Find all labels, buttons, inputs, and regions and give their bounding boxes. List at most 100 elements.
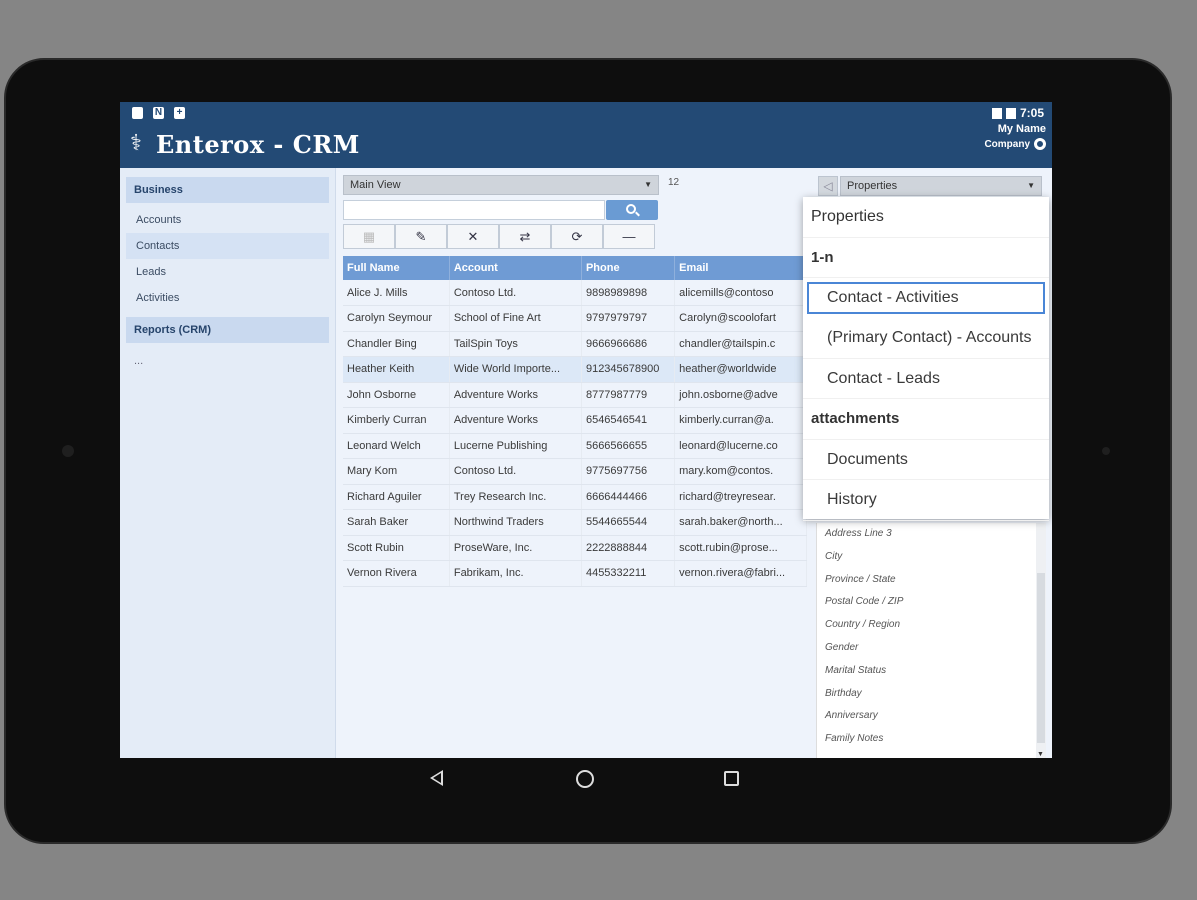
column-header-phone[interactable]: Phone [581, 256, 676, 280]
view-select[interactable]: Main View ▼ [343, 175, 659, 195]
menu-item[interactable]: Properties [803, 197, 1049, 238]
cell-account: Adventure Works [449, 382, 582, 408]
table-row[interactable]: Sarah Baker Northwind Traders 5544665544 sa… [343, 509, 807, 536]
cell-full-name: Vernon Rivera [343, 560, 450, 587]
scrollbar[interactable]: ▼ [1036, 523, 1046, 758]
cell-email: chandler@tailspin.c [674, 331, 807, 357]
table-header-row: Full Name Account Phone Email [343, 256, 807, 280]
table-row[interactable]: Heather Keith Wide World Importe... 912345… [343, 356, 807, 383]
toolbar: ▦ ✎ ✕ ⇄ ⟳ — [343, 224, 655, 249]
menu-item[interactable]: Documents [803, 440, 1049, 480]
cell-phone: 5666566655 [581, 433, 676, 459]
back-nav-icon[interactable] [430, 770, 443, 786]
table-row[interactable]: Mary Kom Contoso Ltd. 9775697756 mary.kom@c… [343, 458, 807, 485]
cell-full-name: Mary Kom [343, 458, 450, 485]
property-field[interactable]: Anniversary [817, 705, 1046, 728]
table-row[interactable]: Richard Aguiler Trey Research Inc. 6666444… [343, 484, 807, 510]
table-row[interactable]: Scott Rubin ProseWare, Inc. 2222888844 scot… [343, 535, 807, 561]
property-field[interactable]: Marital Status [817, 660, 1046, 683]
clock: 7:05 [1019, 106, 1044, 120]
table-row[interactable]: Carolyn Seymour School of Fine Art 9797979… [343, 305, 807, 332]
cell-account: Wide World Importe... [449, 356, 582, 383]
column-header-full-name[interactable]: Full Name [343, 256, 450, 280]
more-icon[interactable]: — [603, 224, 655, 249]
table-row[interactable]: Leonard Welch Lucerne Publishing 566656665… [343, 433, 807, 459]
sidebar-section-reports[interactable]: Reports (CRM) [126, 317, 329, 343]
property-field[interactable]: Address Line 3 [817, 523, 1046, 546]
sidebar-item-leads[interactable]: Leads [126, 259, 329, 285]
property-field[interactable]: City [817, 546, 1046, 569]
cell-phone: 5544665544 [581, 509, 676, 536]
cell-phone: 8777987779 [581, 382, 676, 408]
cell-phone: 6666444466 [581, 484, 676, 510]
cell-email: kimberly.curran@a. [674, 407, 807, 434]
contacts-table: Full Name Account Phone Email Alice J. M… [343, 256, 807, 587]
property-field[interactable]: Country / Region [817, 614, 1046, 637]
menu-item[interactable]: Contact - Leads [803, 359, 1049, 399]
search-input[interactable] [343, 200, 605, 220]
cell-account: Contoso Ltd. [449, 458, 582, 485]
table-row[interactable]: Alice J. Mills Contoso Ltd. 9898989898 alic… [343, 280, 807, 306]
sidebar-section-business[interactable]: Business [126, 177, 329, 203]
recents-nav-icon[interactable] [724, 771, 739, 786]
table-row[interactable]: Vernon Rivera Fabrikam, Inc. 4455332211 ver… [343, 560, 807, 587]
scrollbar-thumb[interactable] [1037, 573, 1045, 743]
cell-phone: 912345678900 [581, 356, 676, 383]
notification-icon [132, 107, 143, 119]
property-field[interactable]: Province / State [817, 569, 1046, 592]
property-field[interactable]: Gender [817, 637, 1046, 660]
company-label[interactable]: Company [984, 138, 1046, 150]
column-header-email[interactable]: Email [674, 256, 807, 280]
cell-full-name: Heather Keith [343, 356, 450, 383]
back-icon[interactable]: ◁ [818, 176, 838, 196]
user-name[interactable]: My Name [998, 123, 1046, 135]
cell-account: School of Fine Art [449, 305, 582, 332]
sidebar-item-contacts[interactable]: Contacts [126, 233, 329, 259]
status-bar-right: 7:05 [988, 106, 1044, 120]
property-field[interactable]: Birthday [817, 683, 1046, 706]
edit-icon[interactable]: ✎ [395, 224, 447, 249]
gear-icon[interactable] [1034, 138, 1046, 150]
cell-account: ProseWare, Inc. [449, 535, 582, 561]
android-nav-bar [120, 758, 1052, 802]
main-panel: Main View ▼ 12 ▦ ✎ ✕ ⇄ ⟳ — Full Name Acc… [336, 168, 816, 758]
cell-email: scott.rubin@prose... [674, 535, 807, 561]
sidebar-more[interactable]: ... [134, 355, 335, 367]
cell-account: TailSpin Toys [449, 331, 582, 357]
cell-phone: 4455332211 [581, 560, 676, 587]
home-nav-icon[interactable] [576, 770, 594, 788]
cell-email: Carolyn@scoolofart [674, 305, 807, 332]
cell-full-name: Alice J. Mills [343, 280, 450, 306]
properties-select[interactable]: Properties ▼ [840, 176, 1042, 196]
refresh-icon[interactable]: ⟳ [551, 224, 603, 249]
property-field[interactable]: Family Notes [817, 728, 1046, 751]
menu-item[interactable]: Contact - Activities [807, 282, 1045, 314]
share-icon[interactable]: ⇄ [499, 224, 551, 249]
cell-account: Adventure Works [449, 407, 582, 434]
cell-account: Fabrikam, Inc. [449, 560, 582, 587]
cell-phone: 6546546541 [581, 407, 676, 434]
cell-email: heather@worldwide [674, 356, 807, 383]
cell-account: Contoso Ltd. [449, 280, 582, 306]
cell-phone: 9797979797 [581, 305, 676, 332]
properties-dropdown-menu: Properties 1-n Contact - Activities (Primar… [803, 197, 1049, 521]
menu-item[interactable]: (Primary Contact) - Accounts [803, 318, 1049, 359]
cell-full-name: Chandler Bing [343, 331, 450, 357]
cell-phone: 9898989898 [581, 280, 676, 306]
cell-account: Northwind Traders [449, 509, 582, 536]
column-header-account[interactable]: Account [449, 256, 582, 280]
signal-icon [991, 108, 1002, 120]
table-row[interactable]: John Osborne Adventure Works 8777987779 joh… [343, 382, 807, 408]
table-row[interactable]: Kimberly Curran Adventure Works 6546546541… [343, 407, 807, 434]
search-button[interactable] [606, 200, 658, 220]
table-row[interactable]: Chandler Bing TailSpin Toys 9666966686 chan… [343, 331, 807, 357]
sidebar-item-activities[interactable]: Activities [126, 285, 329, 311]
delete-icon[interactable]: ✕ [447, 224, 499, 249]
dropdown-arrow-icon: ▼ [644, 180, 652, 189]
sidebar-item-accounts[interactable]: Accounts [126, 207, 329, 233]
cell-full-name: Scott Rubin [343, 535, 450, 561]
menu-item[interactable]: History [803, 480, 1049, 521]
scroll-down-icon[interactable]: ▼ [1037, 751, 1044, 758]
property-field[interactable]: Postal Code / ZIP [817, 591, 1046, 614]
grid-icon[interactable]: ▦ [343, 224, 395, 249]
